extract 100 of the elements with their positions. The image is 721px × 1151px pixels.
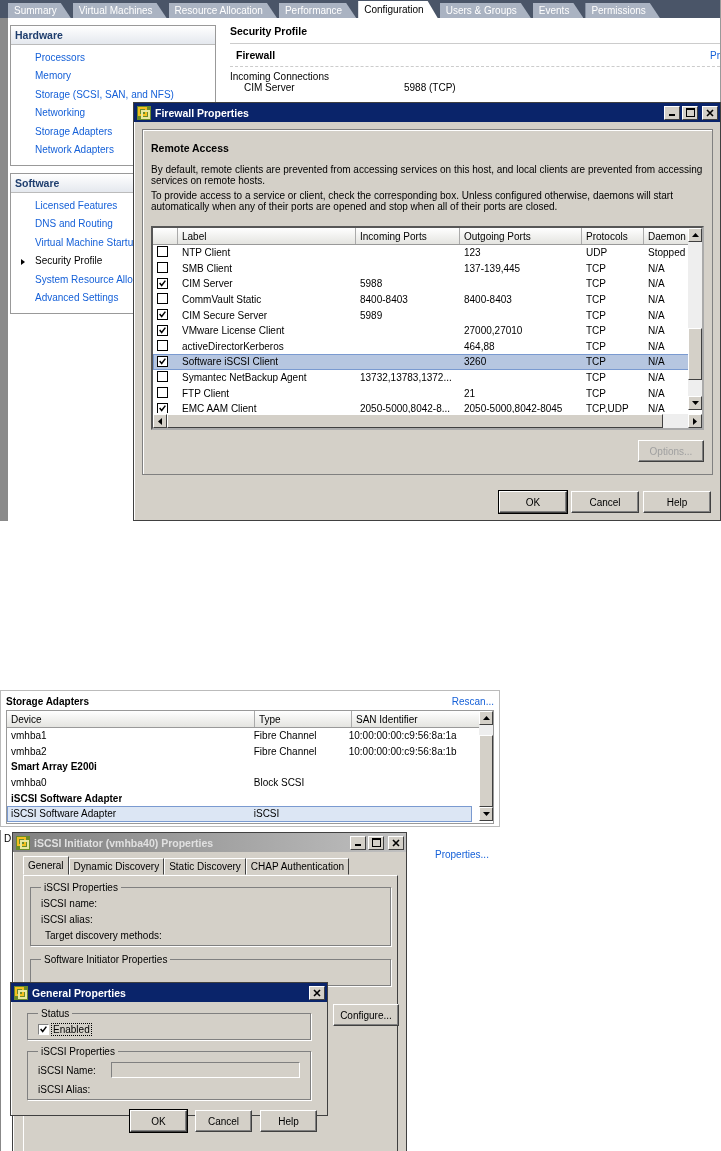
checkbox[interactable] <box>38 1023 49 1035</box>
tab[interactable]: General <box>23 856 69 875</box>
close-button[interactable] <box>702 105 718 120</box>
table-cell: TCP,UDP <box>586 403 629 413</box>
maximize-button[interactable] <box>682 105 698 120</box>
table-cell: EMC AAM Client <box>182 403 257 413</box>
table-row[interactable]: CIM Secure Server 5989 TCP N/A <box>153 307 702 323</box>
table-cell: Stopped <box>648 247 686 259</box>
checkbox[interactable] <box>157 261 168 273</box>
checkbox-label[interactable]: Enabled <box>51 1022 92 1036</box>
table-cell: TCP <box>586 387 606 399</box>
configure-button[interactable]: Configure... <box>333 1004 399 1026</box>
table-row[interactable]: iSCSI Software Adapter iSCSI <box>7 805 472 822</box>
scroll-up-button[interactable] <box>688 228 702 242</box>
window-title: General Properties <box>32 986 127 999</box>
column-header[interactable]: Device <box>7 711 255 727</box>
checkbox[interactable] <box>157 278 168 289</box>
dialog-button[interactable]: Help <box>260 1110 317 1132</box>
checkbox[interactable] <box>157 293 168 305</box>
properties-link[interactable]: Pr <box>710 49 720 61</box>
column-header[interactable]: Type <box>255 711 352 727</box>
field-label: iSCSI Name: <box>38 1064 97 1076</box>
column-header[interactable]: Incoming Ports <box>356 228 460 244</box>
rescan-link[interactable]: Rescan... <box>451 696 494 707</box>
table-cell: vmhba2 <box>11 745 47 757</box>
properties-link[interactable]: Properties... <box>435 849 489 860</box>
table-row[interactable]: CommVault Static 8400-8403 8400-8403 TCP N/A <box>153 291 702 308</box>
checkbox[interactable] <box>157 246 168 258</box>
table-cell: FTP Client <box>182 387 230 399</box>
column-header[interactable]: Label <box>178 228 356 244</box>
scroll-up-button[interactable] <box>479 711 493 725</box>
description-text: To provide access to a service or client, check the corresponding box. Unless configured otherwise, daemons will start automatically when any of their ports are opened and stop when all of their ports are closed. <box>151 190 674 212</box>
table-cell: 464,88 <box>464 340 495 352</box>
scroll-down-button[interactable] <box>688 396 702 410</box>
table-row[interactable]: NTP Client 123 UDP Stopped <box>153 245 702 261</box>
table-cell: 2050-5000,8042-8045 <box>464 403 563 413</box>
dialog-button[interactable]: Cancel <box>195 1110 252 1132</box>
table-cell: VMware License Client <box>182 325 285 337</box>
table-cell: TCP <box>586 356 606 368</box>
table-cell: CIM Server <box>182 278 233 290</box>
checkbox[interactable] <box>157 339 168 351</box>
table-cell: UDP <box>586 247 608 259</box>
sidebar-link[interactable]: Processors <box>11 48 215 67</box>
table-cell: N/A <box>648 262 665 274</box>
table-cell: TCP <box>586 340 606 352</box>
table-cell: iSCSI <box>253 808 280 820</box>
table-row[interactable]: Symantec NetBackup Agent 13732,13783,1372... TCP N/A <box>153 369 702 386</box>
group-title: Software Initiator Properties <box>43 954 169 965</box>
tab[interactable]: Static Discovery <box>164 858 246 875</box>
up-arrow-icon <box>691 233 699 237</box>
table-cell: 21 <box>464 387 476 399</box>
dialog-button[interactable]: Help <box>643 491 711 513</box>
table-row[interactable]: SMB Client 137-139,445 TCP N/A <box>153 260 702 277</box>
field-label: Target discovery methods: <box>45 929 162 941</box>
vertical-scrollbar[interactable] <box>688 228 702 410</box>
tab[interactable]: Dynamic Discovery <box>68 858 165 875</box>
checkbox[interactable] <box>157 402 168 413</box>
name-field[interactable] <box>111 1062 300 1078</box>
table-cell: TCP <box>586 294 606 306</box>
table-cell: SMB Client <box>182 262 232 274</box>
table-cell: N/A <box>648 325 665 337</box>
dialog-button[interactable]: Cancel <box>571 491 639 513</box>
group-title: Status <box>40 1008 71 1019</box>
checkbox[interactable] <box>157 386 168 398</box>
column-header[interactable]: Protocols <box>582 228 644 244</box>
group-title: iSCSI Properties <box>43 882 119 893</box>
table-cell: NTP Client <box>182 247 231 259</box>
sidebar-link[interactable]: Storage (SCSI, SAN, and NFS) <box>11 85 215 104</box>
scroll-left-button[interactable] <box>153 414 167 428</box>
table-cell: TCP <box>586 278 606 290</box>
scroll-down-button[interactable] <box>479 807 493 821</box>
tab[interactable]: CHAP Authentication <box>245 858 350 875</box>
sidebar-link[interactable]: Memory <box>11 66 215 85</box>
table-cell: N/A <box>648 356 665 368</box>
minimize-icon <box>669 114 675 116</box>
table-cell: Block SCSI <box>253 777 305 789</box>
table-row[interactable]: CIM Server 5988 TCP N/A <box>153 276 702 292</box>
table-cell: TCP <box>586 309 606 321</box>
checkbox[interactable] <box>157 355 168 367</box>
checkbox[interactable] <box>157 309 168 321</box>
table-row[interactable]: activeDirectorKerberos 464,88 TCP N/A <box>153 338 702 355</box>
table-row[interactable]: EMC AAM Client 2050-5000,8042-8... 2050-5000,8042-8045 TCP,UDP N/A <box>153 400 702 413</box>
scroll-right-button[interactable] <box>688 414 702 428</box>
checkbox[interactable] <box>157 371 168 383</box>
column-header[interactable]: Outgoing Ports <box>460 228 582 244</box>
table-cell: N/A <box>648 387 665 399</box>
table-row[interactable]: FTP Client 21 TCP N/A <box>153 385 702 401</box>
tab[interactable]: Configuration <box>358 1 438 18</box>
close-button[interactable] <box>309 985 325 1000</box>
vertical-scrollbar[interactable] <box>479 711 493 821</box>
panel-title: Storage Adapters <box>6 696 89 707</box>
group-label: Incoming Connections <box>230 71 330 82</box>
horizontal-scrollbar[interactable] <box>153 414 702 428</box>
checkbox[interactable] <box>157 324 168 336</box>
minimize-button[interactable] <box>664 105 680 120</box>
table-row[interactable]: VMware License Client 27000,27010 TCP N/A <box>153 322 702 339</box>
down-arrow-icon <box>691 401 699 405</box>
dialog-button[interactable]: OK <box>130 1110 187 1132</box>
dialog-button[interactable]: OK <box>499 491 567 513</box>
service-name: CIM Server <box>244 82 296 93</box>
